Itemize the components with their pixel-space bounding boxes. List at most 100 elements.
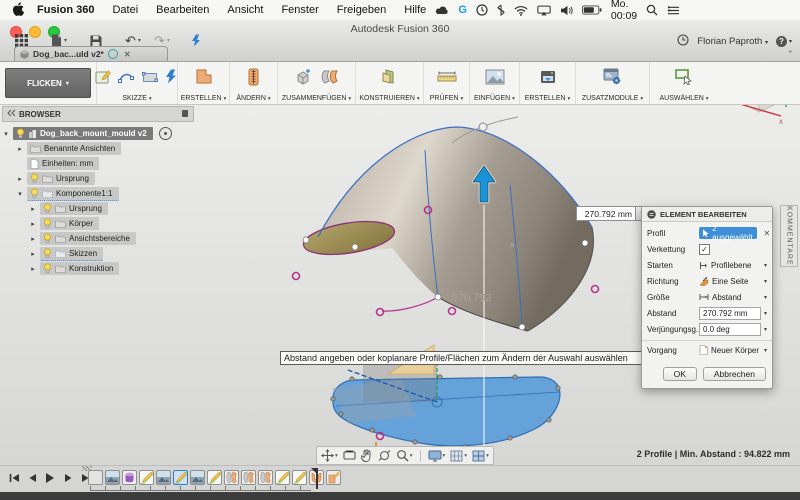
browser-item-viewranges[interactable]: Ansichtsbereiche [40, 232, 136, 245]
document-tab[interactable]: Dog_bac...uld v2* ✕ [14, 46, 168, 61]
feature-sketch-icon-selected[interactable] [173, 470, 188, 485]
airplay-status-icon[interactable] [537, 5, 551, 16]
feature-patch-icon[interactable] [224, 470, 239, 485]
operation-dropdown[interactable]: Neuer Körper ▾ [699, 345, 767, 355]
workspace-selector-button[interactable]: FLICKEN▾ [5, 68, 91, 98]
cancel-button[interactable]: Abbrechen [703, 367, 766, 381]
tree-expand-icon[interactable]: ▾ [2, 130, 10, 138]
tab-sync-icon[interactable] [108, 49, 118, 59]
combine-icon[interactable] [295, 68, 313, 90]
taper-dropdown-icon[interactable]: ▾ [764, 326, 767, 333]
ribbon-group-label[interactable]: ERSTELLEN ▾ [181, 94, 227, 102]
rectangle-icon[interactable] [142, 70, 158, 89]
browser-item-sketches[interactable]: Skizzen [40, 247, 103, 261]
play-button[interactable] [44, 472, 56, 484]
chaining-checkbox[interactable]: ✓ [699, 244, 710, 255]
timemachine-status-icon[interactable] [476, 4, 488, 16]
tree-collapse-icon[interactable]: ▸ [16, 175, 24, 183]
measure-ruler-icon[interactable] [437, 70, 457, 89]
ribbon-group-label[interactable]: KONSTRUIEREN ▾ [359, 94, 419, 102]
ribbon-group-label[interactable]: EINFÜGEN ▾ [474, 94, 515, 102]
browser-collapse-icon[interactable] [7, 109, 15, 119]
tree-collapse-icon[interactable]: ▸ [29, 250, 37, 258]
notification-center-icon[interactable] [667, 5, 680, 16]
feature-sketch-icon[interactable] [275, 470, 290, 485]
toolbar-collapse-icon[interactable]: ⌃ [786, 49, 794, 60]
job-status-clock-icon[interactable] [677, 34, 689, 49]
cloud-status-icon[interactable] [435, 5, 449, 16]
distance-input[interactable]: 270.792 mm [699, 307, 761, 320]
skip-to-start-button[interactable] [8, 472, 20, 484]
patch-create-icon[interactable] [195, 68, 213, 90]
user-menu[interactable]: Florian Paproth ▾ [697, 36, 768, 47]
spotlight-icon[interactable] [646, 4, 658, 16]
wifi-status-icon[interactable] [514, 5, 528, 16]
orbit-tool-icon[interactable]: ▾ [321, 449, 338, 462]
zoom-orbit-tool-icon[interactable] [378, 449, 391, 462]
tree-collapse-icon[interactable]: ▸ [29, 205, 37, 213]
display-settings-icon[interactable]: ▾ [428, 450, 446, 462]
browser-item-comp-origin[interactable]: Ursprung [40, 202, 108, 215]
browser-item-component1[interactable]: Komponente1:1 [27, 187, 119, 201]
help-menu[interactable]: ? ▾ [776, 36, 792, 47]
menu-datei[interactable]: Datei [103, 4, 147, 16]
tree-collapse-icon[interactable]: ▸ [29, 220, 37, 228]
dimension-input[interactable]: 270.792 mm [576, 206, 636, 221]
feature-sketch-icon[interactable] [292, 470, 307, 485]
stitch-icon[interactable] [247, 68, 260, 91]
distance-dropdown-icon[interactable]: ▾ [764, 310, 767, 317]
tree-expand-icon[interactable]: ▾ [16, 190, 24, 198]
ribbon-group-label[interactable]: ZUSATZMODULE ▾ [582, 94, 643, 102]
menu-app-name[interactable]: Fusion 360 [28, 4, 103, 16]
tree-collapse-icon[interactable]: ▸ [29, 235, 37, 243]
feature-image-icon[interactable] [105, 470, 120, 485]
bolt-icon[interactable] [165, 69, 179, 89]
tab-close-icon[interactable]: ✕ [124, 50, 131, 59]
comments-panel-tab[interactable]: KOMMENTARE [780, 205, 798, 267]
step-back-button[interactable] [26, 472, 38, 484]
extent-dropdown[interactable]: Abstand ▾ [699, 293, 767, 302]
direction-dropdown[interactable]: Eine Seite ▾ [699, 277, 767, 286]
create-sketch-icon[interactable] [95, 69, 111, 90]
timeline-position-marker[interactable] [316, 468, 318, 489]
menu-ansicht[interactable]: Ansicht [218, 4, 272, 16]
feature-boundary-fill-icon[interactable] [326, 470, 341, 485]
addins-icon[interactable] [603, 68, 622, 90]
menu-fenster[interactable]: Fenster [272, 4, 327, 16]
ribbon-group-label[interactable]: SKIZZE ▾ [122, 94, 151, 102]
save-button[interactable] [87, 35, 105, 47]
select-icon[interactable] [675, 69, 693, 90]
construction-plane-icon[interactable] [381, 68, 398, 90]
apple-menu-icon[interactable] [0, 2, 28, 19]
insert-image-icon[interactable] [485, 69, 505, 90]
tree-collapse-icon[interactable]: ▸ [29, 265, 37, 273]
redo-button[interactable]: ↷▾ [151, 35, 173, 47]
menu-freigeben[interactable]: Freigeben [328, 4, 396, 16]
browser-item-origin[interactable]: Ursprung [27, 172, 95, 185]
feature-image-icon[interactable] [190, 470, 205, 485]
zoom-tool-icon[interactable]: ▾ [396, 449, 413, 462]
ghub-status-icon[interactable]: G [458, 4, 467, 16]
viewports-icon[interactable]: ▾ [472, 450, 489, 462]
grid-settings-icon[interactable]: ▾ [450, 450, 467, 462]
clear-selection-icon[interactable]: ✕ [763, 229, 770, 238]
menu-hilfe[interactable]: Hilfe [395, 4, 435, 16]
ribbon-group-label[interactable]: ZUSAMMENFÜGEN ▾ [282, 94, 351, 102]
ribbon-group-label[interactable]: ÄNDERN ▾ [236, 94, 270, 102]
start-dropdown[interactable]: Profilebene ▾ [699, 261, 767, 270]
quilt-icon[interactable] [320, 69, 338, 90]
look-at-tool-icon[interactable] [343, 450, 356, 461]
browser-item-units[interactable]: Einheiten: mm [27, 157, 99, 170]
ribbon-group-label[interactable]: ERSTELLEN ▾ [525, 94, 571, 102]
browser-item-named-views[interactable]: Benannte Ansichten [27, 142, 121, 155]
pan-tool-icon[interactable] [361, 449, 373, 462]
menu-bearbeiten[interactable]: Bearbeiten [147, 4, 218, 16]
feature-image-icon[interactable] [156, 470, 171, 485]
sync-status-icon[interactable] [188, 34, 206, 47]
ok-button[interactable]: OK [663, 367, 697, 381]
feature-patch-icon[interactable] [241, 470, 256, 485]
browser-filter-icon[interactable] [181, 109, 189, 120]
feature-sketch-icon[interactable] [207, 470, 222, 485]
bluetooth-status-icon[interactable] [497, 4, 505, 16]
taper-angle-input[interactable]: 0.0 deg [699, 323, 761, 336]
